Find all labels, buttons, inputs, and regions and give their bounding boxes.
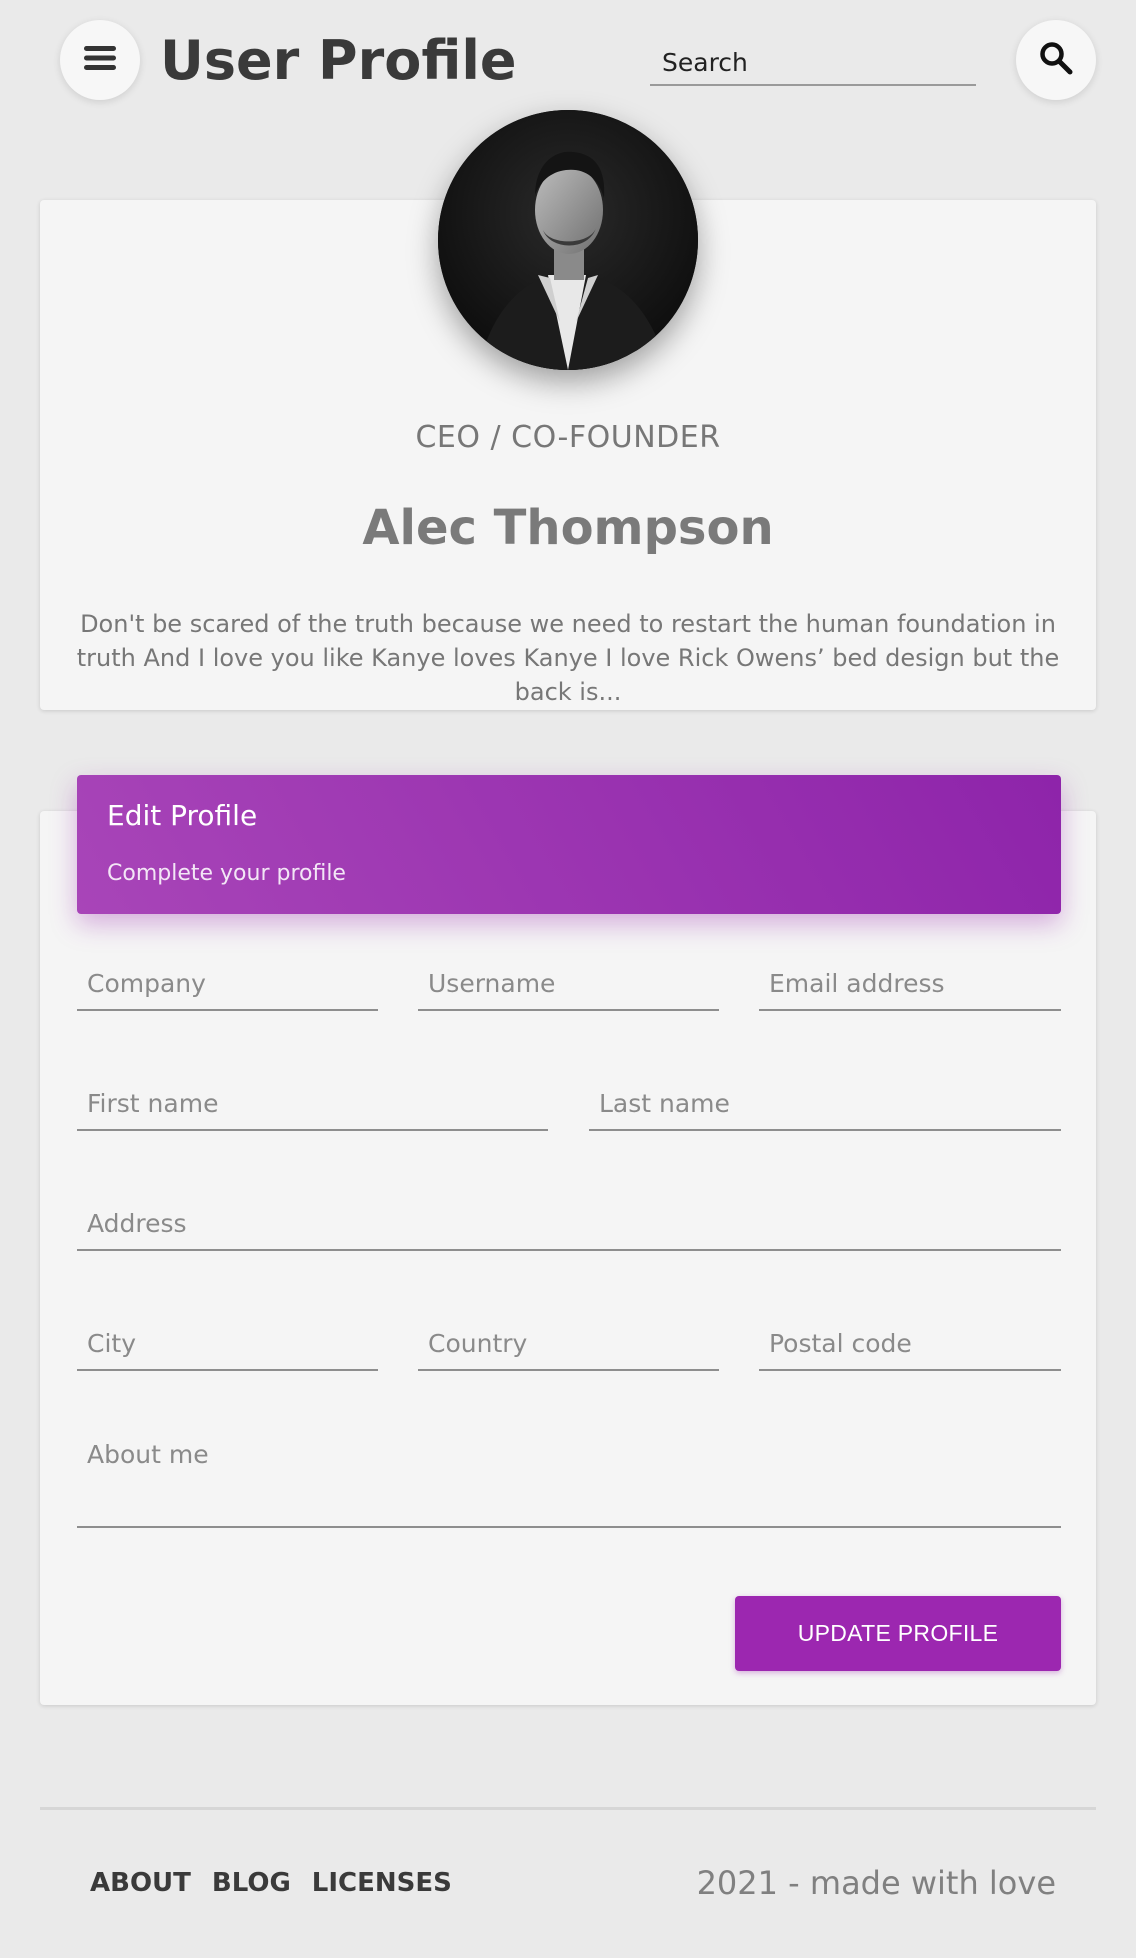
postal-code-input[interactable] [759, 1311, 1061, 1369]
footer-nav: ABOUT BLOG LICENSES [90, 1868, 452, 1898]
country-field[interactable] [418, 1311, 719, 1371]
first-name-input[interactable] [77, 1071, 548, 1129]
page-title: User Profile [160, 29, 517, 92]
search-button[interactable] [1016, 20, 1096, 100]
search-input[interactable] [650, 42, 976, 82]
profile-role: CEO / CO-FOUNDER [415, 420, 721, 455]
avatar [438, 110, 698, 370]
first-name-field[interactable] [77, 1071, 548, 1131]
menu-icon [84, 45, 116, 75]
search-field[interactable] [650, 42, 976, 86]
email-field[interactable] [759, 951, 1061, 1011]
edit-profile-header: Edit Profile Complete your profile [77, 775, 1061, 914]
about-me-field[interactable] [77, 1424, 1061, 1528]
profile-bio: Don't be scared of the truth because we … [76, 610, 1060, 706]
footer-link-blog[interactable]: BLOG [212, 1868, 291, 1898]
edit-profile-subtitle: Complete your profile [107, 861, 346, 886]
username-input[interactable] [418, 951, 719, 1009]
about-me-textarea[interactable] [77, 1424, 1061, 1526]
email-input[interactable] [759, 951, 1061, 1009]
username-field[interactable] [418, 951, 719, 1011]
footer-divider [40, 1807, 1096, 1810]
update-profile-button[interactable]: UPDATE PROFILE [735, 1596, 1061, 1671]
last-name-input[interactable] [589, 1071, 1061, 1129]
search-icon [1039, 41, 1073, 79]
footer-link-licenses[interactable]: LICENSES [312, 1868, 452, 1898]
city-input[interactable] [77, 1311, 378, 1369]
company-input[interactable] [77, 951, 378, 1009]
city-field[interactable] [77, 1311, 378, 1371]
copyright-text: 2021 - made with love [696, 1864, 1056, 1902]
last-name-field[interactable] [589, 1071, 1061, 1131]
menu-button[interactable] [60, 20, 140, 100]
company-field[interactable] [77, 951, 378, 1011]
edit-profile-card [40, 811, 1096, 1705]
postal-code-field[interactable] [759, 1311, 1061, 1371]
footer-link-about[interactable]: ABOUT [90, 1868, 191, 1898]
profile-name: Alec Thompson [362, 500, 774, 556]
country-input[interactable] [418, 1311, 719, 1369]
address-field[interactable] [77, 1191, 1061, 1251]
address-input[interactable] [77, 1191, 1061, 1249]
edit-profile-title: Edit Profile [107, 799, 258, 832]
